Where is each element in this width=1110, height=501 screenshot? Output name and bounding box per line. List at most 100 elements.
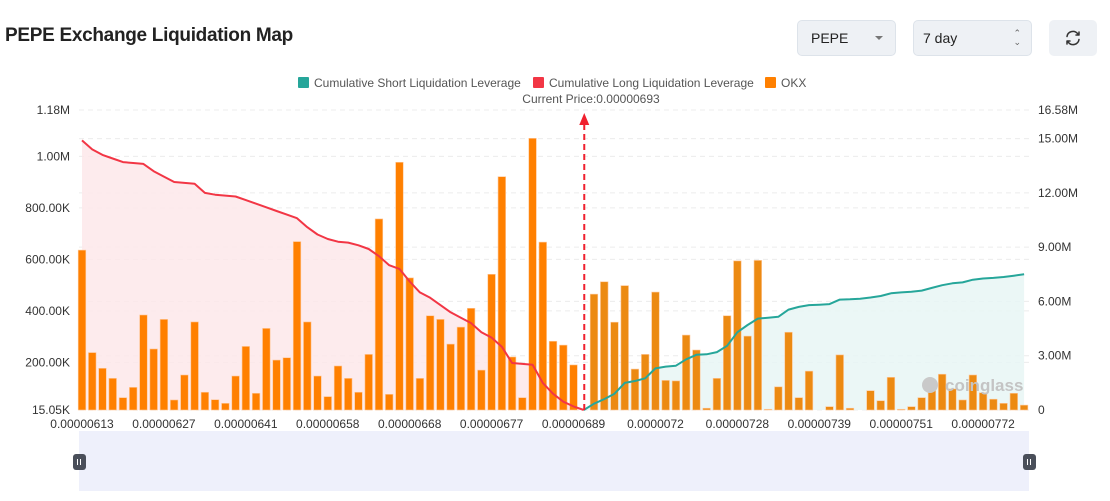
okx-bar[interactable] (374, 218, 384, 411)
okx-bar[interactable] (190, 321, 199, 411)
okx-bar[interactable] (1009, 392, 1018, 411)
okx-bar[interactable] (651, 291, 660, 411)
okx-bar[interactable] (405, 277, 414, 411)
okx-bar[interactable] (897, 408, 906, 411)
okx-bar[interactable] (743, 335, 752, 411)
okx-bar[interactable] (221, 403, 230, 411)
okx-bar[interactable] (251, 392, 261, 411)
okx-bar[interactable] (589, 293, 599, 411)
x-tick-label: 0.00000668 (378, 417, 442, 431)
okx-bar[interactable] (682, 334, 691, 411)
okx-bar[interactable] (436, 319, 445, 411)
okx-bar[interactable] (866, 390, 875, 411)
okx-bar[interactable] (88, 352, 97, 411)
okx-bar[interactable] (610, 321, 619, 411)
y-left-tick-label: 200.00K (25, 355, 70, 369)
okx-bar[interactable] (395, 161, 404, 411)
okx-bar[interactable] (999, 403, 1008, 411)
legend-swatch-okx (765, 77, 776, 88)
okx-bar[interactable] (77, 249, 87, 411)
okx-bar[interactable] (723, 315, 732, 411)
okx-bar[interactable] (211, 399, 220, 411)
okx-bar[interactable] (569, 364, 578, 411)
okx-bar[interactable] (825, 406, 834, 411)
okx-bar[interactable] (415, 378, 425, 411)
x-tick-label: 0.00000689 (542, 417, 606, 431)
okx-bar[interactable] (323, 396, 332, 411)
okx-bar[interactable] (200, 391, 209, 411)
okx-bar[interactable] (1019, 404, 1029, 411)
okx-bar[interactable] (917, 397, 926, 411)
okx-bar[interactable] (548, 340, 558, 411)
okx-bar[interactable] (712, 378, 721, 411)
okx-bar[interactable] (129, 387, 138, 411)
y-left-tick-label: 400.00K (25, 304, 70, 318)
coinglass-logo-icon (922, 377, 938, 393)
okx-bar[interactable] (958, 399, 967, 411)
okx-bar[interactable] (641, 354, 650, 411)
okx-bar[interactable] (98, 367, 107, 411)
legend-short[interactable]: Cumulative Short Liquidation Leverage (314, 76, 521, 90)
okx-bar[interactable] (385, 394, 394, 411)
okx-bar[interactable] (446, 343, 455, 411)
legend-long[interactable]: Cumulative Long Liquidation Leverage (549, 76, 754, 90)
okx-bar[interactable] (231, 375, 240, 411)
okx-bar[interactable] (180, 374, 189, 411)
slider-handle-left[interactable] (73, 454, 86, 470)
x-tick-label: 0.00000613 (50, 417, 114, 431)
okx-bar[interactable] (979, 392, 988, 411)
zoom-slider[interactable] (79, 431, 1029, 491)
okx-bar[interactable] (835, 354, 844, 411)
okx-bar[interactable] (753, 260, 762, 411)
y-left-tick-label: 1.00M (37, 149, 70, 163)
okx-bar[interactable] (344, 378, 353, 411)
okx-bar[interactable] (702, 407, 711, 411)
okx-bar[interactable] (784, 331, 793, 411)
okx-bar[interactable] (149, 348, 158, 411)
okx-bar[interactable] (456, 326, 465, 411)
okx-bar[interactable] (497, 176, 506, 411)
legend-swatch-short (298, 77, 309, 88)
okx-bar[interactable] (313, 375, 322, 411)
okx-bar[interactable] (139, 314, 148, 411)
okx-bar[interactable] (671, 380, 681, 411)
watermark: coinglass (945, 376, 1023, 395)
okx-bar[interactable] (692, 349, 701, 411)
okx-bar[interactable] (333, 365, 343, 411)
okx-bar[interactable] (262, 328, 271, 411)
okx-bar[interactable] (108, 378, 117, 411)
okx-bar[interactable] (630, 368, 640, 411)
okx-bar[interactable] (804, 370, 814, 411)
okx-bar[interactable] (118, 397, 128, 411)
okx-bar[interactable] (159, 319, 169, 411)
okx-bar[interactable] (364, 354, 373, 411)
okx-bar[interactable] (661, 380, 670, 411)
okx-bar[interactable] (241, 346, 250, 411)
okx-bar[interactable] (292, 241, 302, 411)
current-price-label: Current Price:0.00000693 (522, 92, 660, 106)
okx-bar[interactable] (620, 285, 629, 411)
okx-bar[interactable] (477, 369, 486, 411)
okx-bar[interactable] (907, 406, 916, 411)
okx-bar[interactable] (487, 273, 496, 411)
okx-bar[interactable] (282, 357, 291, 411)
okx-bar[interactable] (794, 397, 803, 411)
okx-bar[interactable] (518, 397, 527, 411)
okx-bar[interactable] (845, 407, 855, 411)
okx-bar[interactable] (876, 400, 885, 411)
okx-bar[interactable] (170, 399, 179, 411)
x-tick-label: 0.00000658 (296, 417, 360, 431)
okx-bar[interactable] (507, 356, 517, 411)
okx-bar[interactable] (426, 315, 435, 411)
okx-bar[interactable] (354, 391, 363, 411)
okx-bar[interactable] (774, 386, 783, 411)
okx-bar[interactable] (763, 408, 773, 411)
okx-bar[interactable] (886, 377, 896, 411)
okx-bar[interactable] (272, 359, 281, 411)
slider-handle-right[interactable] (1023, 454, 1036, 470)
legend-okx[interactable]: OKX (781, 76, 806, 90)
okx-bar[interactable] (303, 321, 312, 411)
okx-bar[interactable] (989, 398, 998, 411)
okx-bar[interactable] (600, 281, 609, 411)
y-right-tick-label: 16.58M (1038, 103, 1078, 117)
